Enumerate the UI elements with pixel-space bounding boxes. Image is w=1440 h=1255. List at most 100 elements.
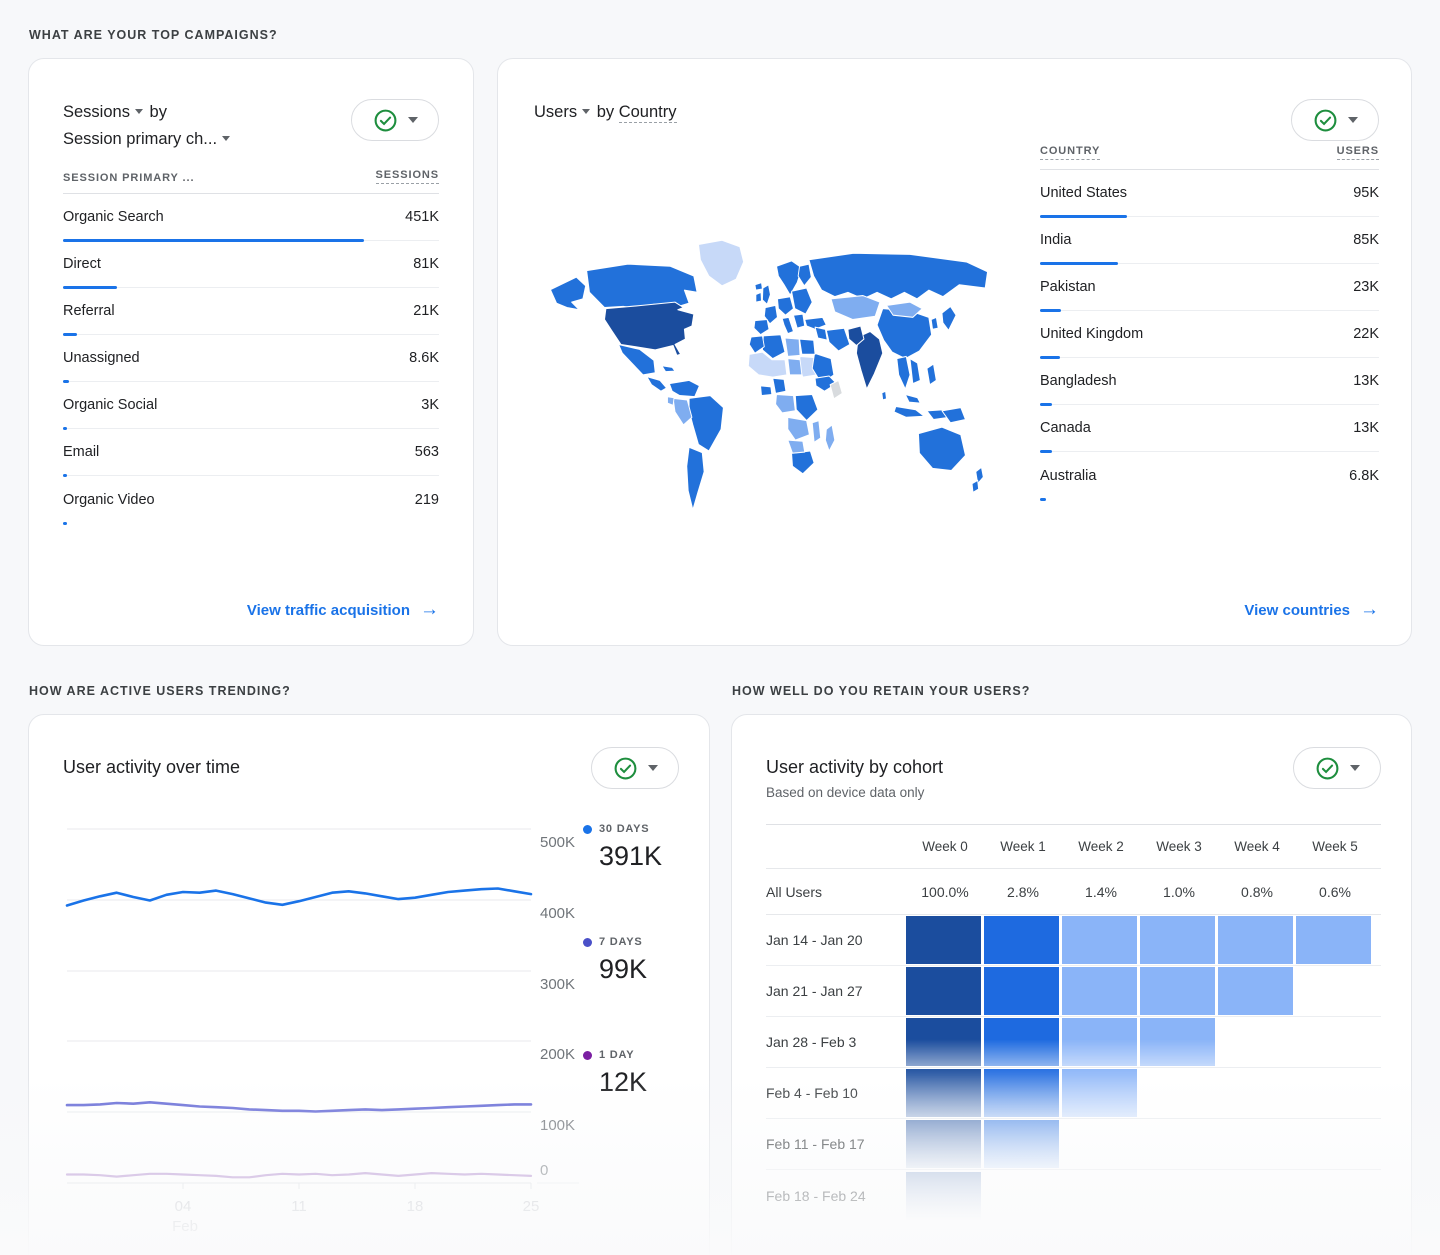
table-row: Australia 6.8K (1040, 452, 1379, 501)
arrow-right-icon: → (1360, 599, 1379, 620)
chevron-down-icon (222, 136, 231, 142)
metric-selector[interactable]: Sessions (63, 103, 145, 121)
dimension-selector[interactable]: Country (618, 103, 677, 123)
cohort-cells[interactable] (906, 967, 1293, 1015)
line-series-30-days (65, 887, 533, 907)
table-row: Referral 21K (63, 288, 439, 336)
analytics-dashboard: WHAT ARE YOUR TOP CAMPAIGNS? Sessions by… (0, 0, 1440, 1255)
chevron-down-icon (647, 765, 658, 771)
cohort-cell (906, 1171, 981, 1220)
cohort-cell (1062, 1018, 1137, 1066)
chevron-down-icon (1349, 765, 1360, 771)
table-row: Organic Search 451K (63, 194, 439, 242)
table-row: Pakistan 23K (1040, 264, 1379, 312)
table-row: Direct 81K (63, 241, 439, 289)
table-row: United Kingdom 22K (1040, 311, 1379, 359)
metric-selector[interactable]: Users (534, 103, 592, 121)
view-countries-link[interactable]: View countries → (1244, 599, 1379, 621)
world-map[interactable] (534, 238, 1004, 526)
chevron-down-icon (134, 109, 143, 115)
metric-column-header[interactable]: SESSIONS (375, 169, 439, 184)
legend-value: 99K (599, 954, 648, 984)
table-header: SESSION PRIMARY ... SESSIONS (63, 169, 439, 194)
cohort-cells[interactable] (906, 916, 1371, 964)
arrow-right-icon: → (420, 599, 439, 620)
cohort-card-titles: User activity by cohort Based on device … (766, 739, 943, 800)
value-bar (1040, 498, 1047, 501)
dimension-label: Session primary ch... (63, 130, 218, 148)
activity-card-title: User activity over time (63, 757, 241, 777)
cohort-cell (906, 1069, 981, 1117)
legend-dot-icon (583, 1050, 592, 1060)
line-series-1-day (65, 1172, 533, 1179)
legend-value: 12K (599, 1067, 648, 1097)
cohort-cell (1062, 916, 1137, 964)
svg-text:Feb: Feb (172, 1218, 198, 1235)
cohort-cell (906, 1120, 981, 1168)
data-quality-button[interactable] (591, 747, 679, 789)
dimension-column-header[interactable]: COUNTRY (1040, 145, 1101, 160)
line-series-7-days (65, 1100, 533, 1113)
dimension-column-header: SESSION PRIMARY ... (63, 172, 195, 184)
check-circle-icon (1316, 757, 1338, 779)
cohort-cells[interactable] (906, 1171, 981, 1220)
legend-dot-icon (583, 824, 592, 834)
cohort-cell (984, 1018, 1059, 1066)
section-title-trending: HOW ARE ACTIVE USERS TRENDING? (29, 684, 291, 698)
cohort-cells[interactable] (906, 1120, 1059, 1168)
cohort-cell (1296, 916, 1371, 964)
cohort-row: Jan 21 - Jan 27 (766, 966, 1381, 1017)
cohort-row: Jan 14 - Jan 20 (766, 915, 1381, 966)
table-header: COUNTRY USERS (1040, 145, 1379, 170)
metric-label: Users (534, 103, 578, 121)
chevron-down-icon (1347, 117, 1358, 123)
chart-legend: 30 DAYS 391K 7 DAYS 99K 1 DAY 12K (583, 815, 675, 1240)
cohort-card-subtitle: Based on device data only (766, 785, 925, 800)
chevron-down-icon (407, 117, 418, 123)
svg-text:400K: 400K (540, 905, 575, 922)
cohort-cell (1062, 1069, 1137, 1117)
section-title-campaigns: WHAT ARE YOUR TOP CAMPAIGNS? (29, 28, 278, 42)
cohort-all-users-row: All Users 100.0% 2.8% 1.4% 1.0% 0.8% 0.6… (766, 869, 1381, 915)
y-axis-labels: 500K 400K 300K 200K 100K 0 (540, 834, 575, 1179)
svg-text:25: 25 (523, 1198, 540, 1215)
cohort-cell (906, 967, 981, 1015)
cohort-card-title: User activity by cohort (766, 757, 944, 777)
svg-text:300K: 300K (540, 976, 575, 993)
cohort-cell (984, 1120, 1059, 1168)
countries-table: COUNTRY USERS United States 95K India 85K … (1040, 129, 1379, 599)
table-row: Email 563 (63, 429, 439, 477)
svg-text:18: 18 (407, 1198, 424, 1215)
view-traffic-acquisition-link[interactable]: View traffic acquisition → (247, 599, 439, 621)
cohort-cell (1218, 967, 1293, 1015)
metric-column-header[interactable]: USERS (1336, 145, 1379, 160)
data-quality-button[interactable] (1293, 747, 1381, 789)
cohort-row: Feb 11 - Feb 17 (766, 1119, 1381, 1170)
legend-item-7-days: 7 DAYS 99K (583, 936, 675, 985)
metric-label: Sessions (63, 103, 130, 121)
cohort-row: Feb 4 - Feb 10 (766, 1068, 1381, 1119)
dimension-selector[interactable]: Session primary ch... (63, 130, 232, 148)
activity-card: User activity over time 500K 400K 300K 2… (28, 714, 710, 1255)
cohort-cell (906, 1018, 981, 1066)
legend-dot-icon (583, 937, 592, 947)
cohort-row: Feb 18 - Feb 24 (766, 1170, 1381, 1221)
table-row: Bangladesh 13K (1040, 358, 1379, 406)
cohort-cell (1140, 916, 1215, 964)
cohort-cell (1140, 967, 1215, 1015)
cohort-cells[interactable] (906, 1018, 1215, 1066)
cohort-week-header: Week 0 Week 1 Week 2 Week 3 Week 4 Week … (766, 825, 1381, 869)
cohort-cells[interactable] (906, 1069, 1137, 1117)
svg-text:04: 04 (175, 1198, 192, 1215)
cohort-cell (1218, 916, 1293, 964)
cohort-cell (906, 916, 981, 964)
cohort-card: User activity by cohort Based on device … (731, 714, 1412, 1255)
activity-line-chart[interactable]: 500K 400K 300K 200K 100K 0 04 11 18 25 F… (63, 815, 583, 1240)
chart-gridlines (67, 828, 579, 1189)
cohort-cell (1140, 1018, 1215, 1066)
cohort-cell (1062, 967, 1137, 1015)
svg-text:100K: 100K (540, 1117, 575, 1134)
data-quality-button[interactable] (351, 99, 439, 141)
sessions-card-title: Sessions by Session primary ch... (63, 99, 232, 153)
check-circle-icon (614, 757, 636, 779)
